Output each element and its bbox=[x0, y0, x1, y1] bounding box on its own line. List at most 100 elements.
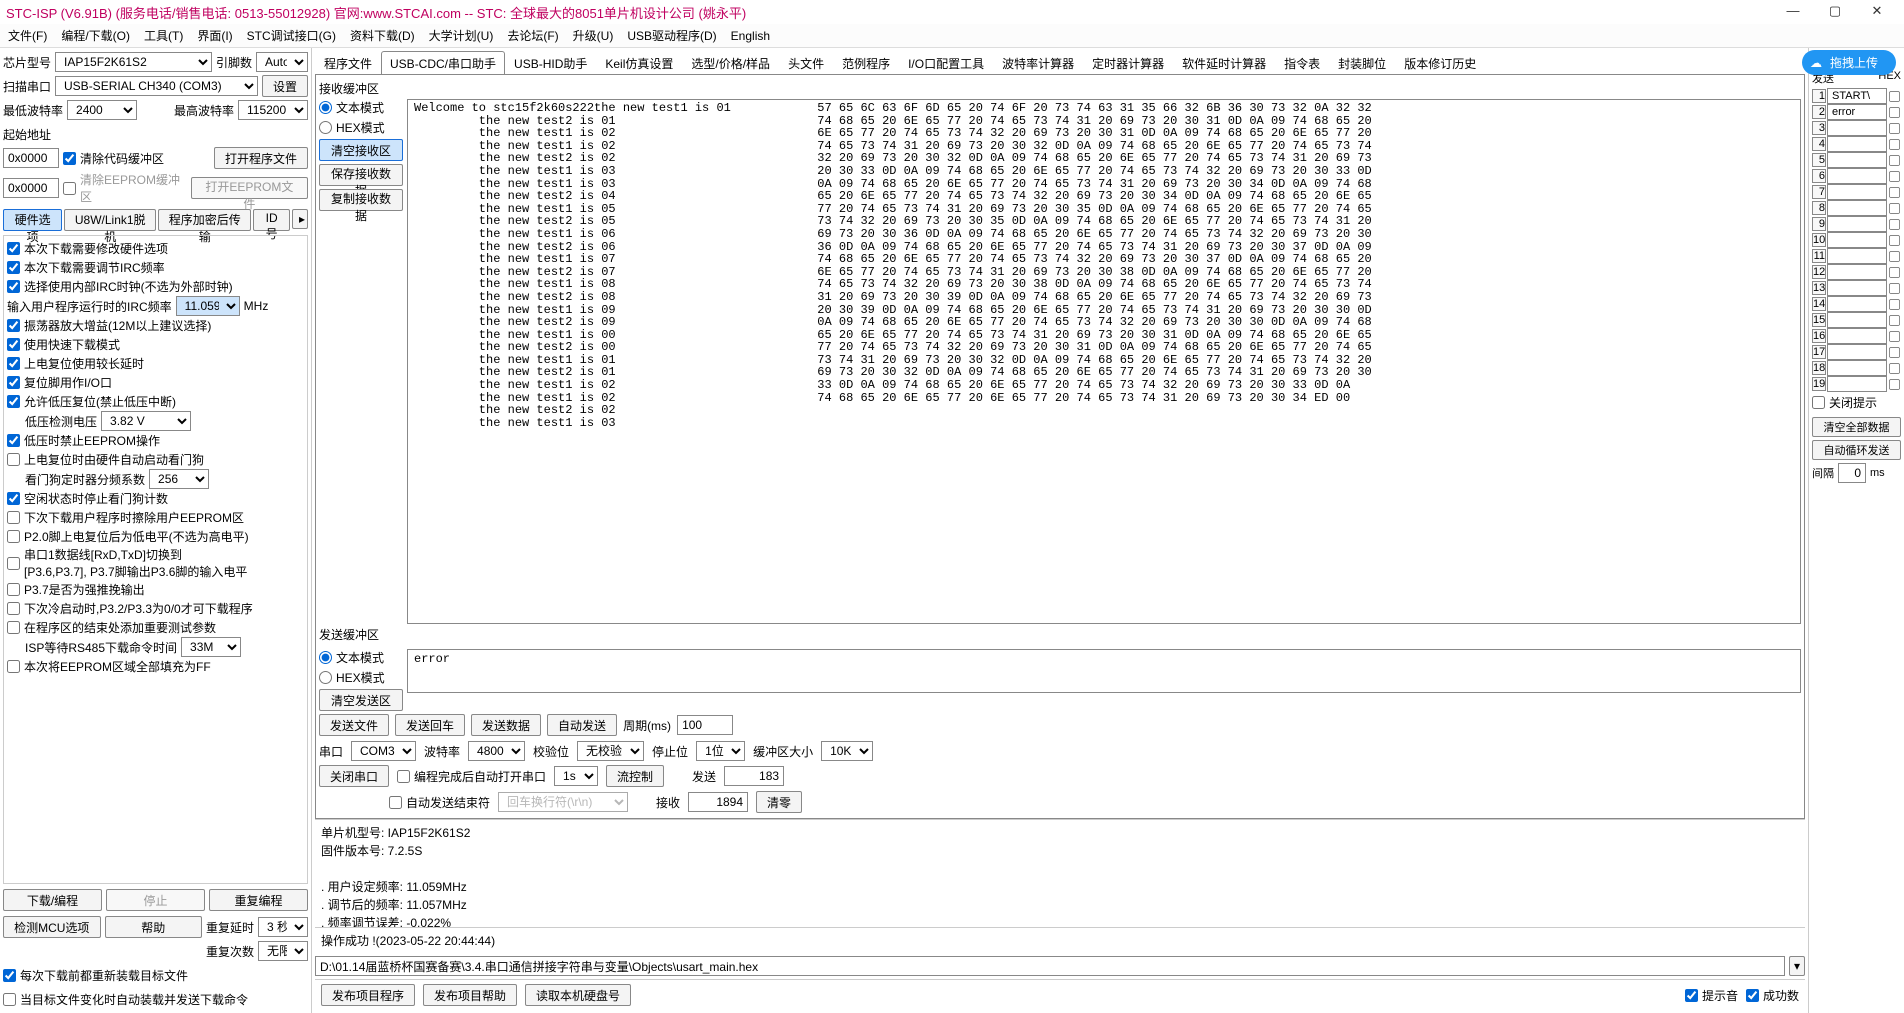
rx-text-radio[interactable] bbox=[319, 101, 332, 114]
send-row-hex[interactable] bbox=[1889, 298, 1900, 309]
main-tab[interactable]: 定时器计算器 bbox=[1083, 51, 1173, 75]
main-tab[interactable]: I/O口配置工具 bbox=[899, 51, 993, 75]
hw-tab-scroll[interactable]: ▸ bbox=[292, 209, 308, 229]
stop-select[interactable]: 1位 bbox=[696, 741, 745, 761]
send-row-num[interactable]: 7 bbox=[1812, 185, 1826, 199]
send-row-num[interactable]: 6 bbox=[1812, 169, 1826, 183]
auto-open-check[interactable] bbox=[397, 770, 410, 783]
main-tab[interactable]: Keil仿真设置 bbox=[596, 51, 682, 75]
send-row-input[interactable] bbox=[1827, 264, 1887, 280]
send-row-hex[interactable] bbox=[1889, 346, 1900, 357]
menu-item[interactable]: 编程/下载(O) bbox=[61, 27, 130, 44]
option-check[interactable] bbox=[7, 261, 20, 274]
autoload-check[interactable] bbox=[3, 993, 16, 1006]
minimize-button[interactable]: — bbox=[1772, 0, 1814, 24]
option-check[interactable] bbox=[7, 319, 20, 332]
send-row-input[interactable] bbox=[1827, 200, 1887, 216]
option-check[interactable] bbox=[7, 621, 20, 634]
send-row-input[interactable] bbox=[1827, 360, 1887, 376]
auto-end-check[interactable] bbox=[389, 796, 402, 809]
send-row-input[interactable] bbox=[1827, 184, 1887, 200]
hw-tab[interactable]: 硬件选项 bbox=[3, 209, 62, 231]
clear-all-button[interactable]: 清空全部数据 bbox=[1812, 417, 1901, 437]
menu-item[interactable]: 升级(U) bbox=[573, 27, 614, 44]
option-check[interactable] bbox=[7, 242, 20, 255]
clear-eep-check[interactable] bbox=[63, 182, 76, 195]
send-row-hex[interactable] bbox=[1889, 234, 1900, 245]
send-row-input[interactable] bbox=[1827, 232, 1887, 248]
menu-item[interactable]: 工具(T) bbox=[144, 27, 183, 44]
send-row-hex[interactable] bbox=[1889, 330, 1900, 341]
option-check[interactable] bbox=[7, 434, 20, 447]
option-check[interactable] bbox=[7, 530, 20, 543]
send-row-hex[interactable] bbox=[1889, 186, 1900, 197]
send-row-input[interactable] bbox=[1827, 136, 1887, 152]
send-row-hex[interactable] bbox=[1889, 170, 1900, 181]
irc-select[interactable]: 11.0592 bbox=[176, 296, 240, 316]
option-check[interactable] bbox=[7, 583, 20, 596]
reload-check[interactable] bbox=[3, 969, 16, 982]
send-row-num[interactable]: 19 bbox=[1812, 377, 1826, 391]
pin-select[interactable]: Auto bbox=[256, 52, 308, 72]
help-button[interactable]: 帮助 bbox=[105, 916, 203, 938]
send-row-hex[interactable] bbox=[1889, 90, 1900, 101]
tx-text-radio[interactable] bbox=[319, 651, 332, 664]
success-count-check[interactable] bbox=[1746, 989, 1759, 1002]
menu-item[interactable]: 大学计划(U) bbox=[429, 27, 494, 44]
hw-tab[interactable]: 程序加密后传输 bbox=[158, 209, 251, 231]
read-disk-id-button[interactable]: 读取本机硬盘号 bbox=[525, 984, 631, 1006]
main-tab[interactable]: 范例程序 bbox=[833, 51, 899, 75]
flow-control-button[interactable]: 流控制 bbox=[606, 765, 664, 787]
auto-send-button[interactable]: 自动发送 bbox=[547, 714, 617, 736]
send-file-button[interactable]: 发送文件 bbox=[319, 714, 389, 736]
download-button[interactable]: 下载/编程 bbox=[3, 889, 102, 911]
send-row-input[interactable] bbox=[1827, 376, 1887, 392]
interval-input[interactable] bbox=[1838, 463, 1866, 483]
send-row-hex[interactable] bbox=[1889, 106, 1900, 117]
hw-tab[interactable]: ID号 bbox=[253, 209, 290, 231]
send-row-num[interactable]: 17 bbox=[1812, 345, 1826, 359]
menu-item[interactable]: English bbox=[731, 29, 770, 43]
menu-item[interactable]: 界面(I) bbox=[197, 27, 232, 44]
menu-item[interactable]: 文件(F) bbox=[8, 27, 47, 44]
wdt-select[interactable]: 256 bbox=[149, 469, 209, 489]
clear-count-button[interactable]: 清零 bbox=[756, 791, 802, 813]
rx-display[interactable]: Welcome to stc15f2k60s222the new test1 i… bbox=[407, 99, 1801, 624]
menu-item[interactable]: 去论坛(F) bbox=[507, 27, 558, 44]
parity-select[interactable]: 无校验 bbox=[577, 741, 644, 761]
send-row-num[interactable]: 16 bbox=[1812, 329, 1826, 343]
option-check[interactable] bbox=[7, 557, 20, 570]
option-check[interactable] bbox=[7, 376, 20, 389]
tx-hex-radio[interactable] bbox=[319, 671, 332, 684]
send-row-input[interactable] bbox=[1827, 328, 1887, 344]
main-tab[interactable]: USB-HID助手 bbox=[505, 51, 596, 75]
send-row-num[interactable]: 18 bbox=[1812, 361, 1826, 375]
save-rx-button[interactable]: 保存接收数据 bbox=[319, 164, 403, 186]
redelay-select[interactable]: 3 秒 bbox=[258, 917, 308, 937]
close-button[interactable]: ✕ bbox=[1856, 0, 1898, 24]
eep-addr-input[interactable] bbox=[3, 178, 59, 198]
path-dropdown-button[interactable]: ▾ bbox=[1789, 956, 1805, 976]
port-select[interactable]: USB-SERIAL CH340 (COM3) bbox=[55, 76, 258, 96]
send-row-num[interactable]: 10 bbox=[1812, 233, 1826, 247]
clear-tx-button[interactable]: 清空发送区 bbox=[319, 689, 403, 711]
send-row-num[interactable]: 12 bbox=[1812, 265, 1826, 279]
send-cr-button[interactable]: 发送回车 bbox=[395, 714, 465, 736]
recount-select[interactable]: 无限 bbox=[258, 941, 308, 961]
close-port-button[interactable]: 关闭串口 bbox=[319, 765, 389, 787]
rx-hex-radio[interactable] bbox=[319, 121, 332, 134]
send-data-button[interactable]: 发送数据 bbox=[471, 714, 541, 736]
baud-select[interactable]: 4800 bbox=[468, 741, 525, 761]
send-row-hex[interactable] bbox=[1889, 122, 1900, 133]
send-row-num[interactable]: 9 bbox=[1812, 217, 1826, 231]
filepath-input[interactable] bbox=[315, 956, 1785, 976]
main-tab[interactable]: 波特率计算器 bbox=[993, 51, 1083, 75]
upload-badge[interactable]: ☁ 拖拽上传 bbox=[1802, 50, 1896, 75]
publish-help-button[interactable]: 发布项目帮助 bbox=[423, 984, 517, 1006]
send-row-num[interactable]: 2 bbox=[1812, 105, 1826, 119]
send-row-input[interactable] bbox=[1827, 280, 1887, 296]
send-row-input[interactable] bbox=[1827, 296, 1887, 312]
copy-rx-button[interactable]: 复制接收数据 bbox=[319, 189, 403, 211]
send-row-hex[interactable] bbox=[1889, 154, 1900, 165]
maximize-button[interactable]: ▢ bbox=[1814, 0, 1856, 24]
